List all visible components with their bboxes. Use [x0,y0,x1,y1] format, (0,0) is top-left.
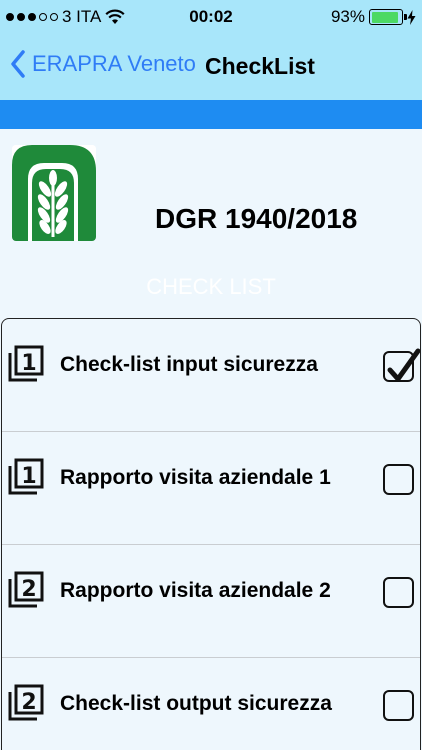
stacked-number-icon: 1 [8,458,44,495]
checklist-item-label: Rapporto visita aziendale 2 [60,579,331,602]
checklist-row[interactable]: 1 Rapporto visita aziendale 1 [2,432,420,545]
checklist-row[interactable]: 2 Check-list output sicurezza [2,658,420,750]
stacked-number-icon: 1 [8,345,44,382]
item-number: 1 [21,351,36,376]
document-title: DGR 1940/2018 [155,203,358,234]
section-heading: CHECK LIST [146,274,276,299]
page-title: CheckList [205,53,315,79]
wheat-logo-icon [12,145,96,241]
checklist-item-label: Check-list output sicurezza [60,692,332,715]
header-stripe [0,100,422,129]
battery-percent: 93% [330,7,365,26]
battery-icon [369,9,407,25]
checklist: 1 Check-list input sicurezza 1 Rapporto … [1,318,421,750]
checkbox-unchecked[interactable] [383,464,414,495]
chevron-left-icon [11,50,25,78]
checkbox-unchecked[interactable] [383,690,414,721]
stacked-number-icon: 2 [8,571,44,608]
item-number: 2 [21,577,36,602]
back-button-label: ERAPRA Veneto [32,51,196,76]
stacked-number-icon: 2 [8,684,44,721]
checklist-row[interactable]: 2 Rapporto visita aziendale 2 [2,545,420,658]
checkbox-unchecked[interactable] [383,577,414,608]
bolt-icon [407,9,416,25]
item-number: 1 [21,464,36,489]
item-number: 2 [21,690,36,715]
battery-level [371,11,399,23]
checklist-item-label: Check-list input sicurezza [60,353,318,376]
checklist-row[interactable]: 1 Check-list input sicurezza [2,319,420,432]
status-bar: 3 ITA 00:02 93% [0,0,422,34]
checkmark-icon [387,348,420,382]
checklist-item-label: Rapporto visita aziendale 1 [60,466,331,489]
navigation-bar: ERAPRA Veneto CheckList [0,34,422,100]
checkbox-checked[interactable] [383,348,420,382]
wheat-logo [12,145,96,241]
back-button[interactable]: ERAPRA Veneto [10,50,196,78]
status-right: 93% [331,7,416,27]
